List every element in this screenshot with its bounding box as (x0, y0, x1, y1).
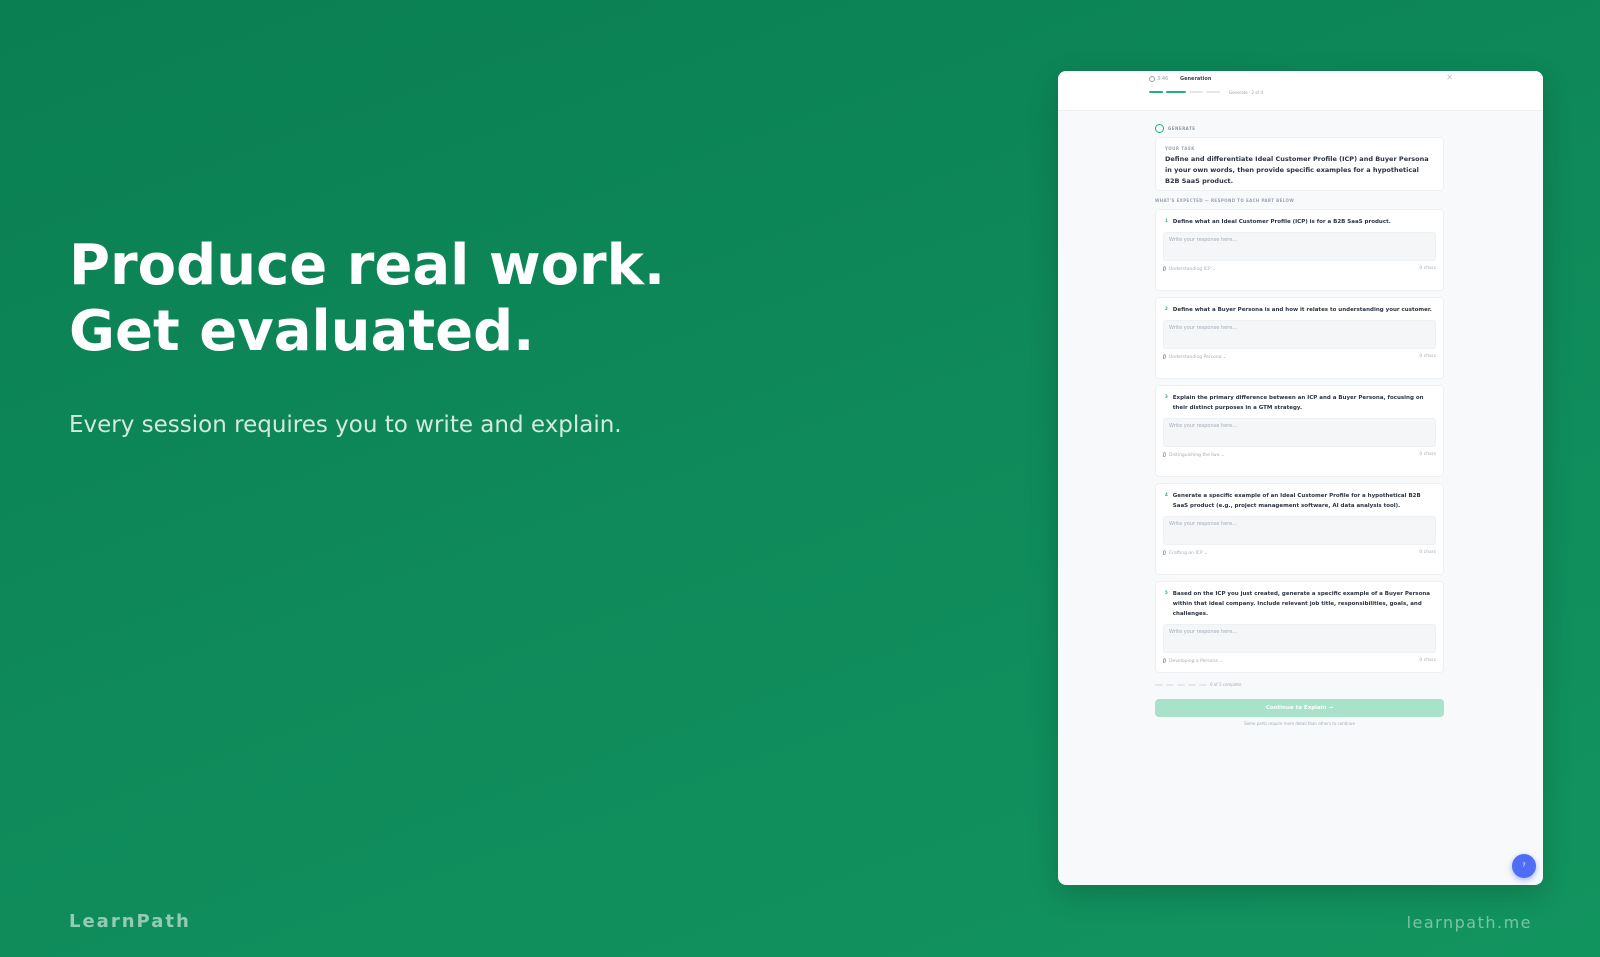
expected-label: WHAT'S EXPECTED — RESPOND TO EACH PART B… (1155, 198, 1295, 203)
status-segment (1188, 683, 1196, 686)
part-tag[interactable]: Distinguishing the two ⌄ (1163, 452, 1225, 458)
part-card: 5 Based on the ICP you just created, gen… (1155, 581, 1444, 673)
part-tag[interactable]: Understanding Persona ⌄ (1163, 354, 1227, 360)
part-tag-label: Distinguishing the two (1169, 453, 1220, 458)
progress-segment (1206, 91, 1220, 93)
part-tag-label: Understanding ICP (1169, 267, 1211, 272)
response-input[interactable]: Write your response here... (1163, 418, 1436, 447)
hero-title: Produce real work. Get evaluated. (69, 233, 665, 365)
help-button[interactable]: ? (1512, 854, 1536, 878)
part-card: 3 Explain the primary difference between… (1155, 385, 1444, 477)
screen-title: Generation (1180, 76, 1212, 82)
timer-value: 3:46 (1157, 76, 1169, 82)
pin-icon (1163, 266, 1166, 271)
task-text: Define and differentiate Ideal Customer … (1165, 155, 1429, 185)
pin-icon (1163, 452, 1166, 457)
progress-label: Generate · 2 of 4 (1229, 90, 1263, 95)
section-label: GENERATE (1168, 126, 1196, 131)
task-box: YOUR TASK Define and differentiate Ideal… (1155, 137, 1444, 191)
brand-logo: LearnPath (69, 911, 191, 932)
char-count: 0 chars (1419, 354, 1436, 359)
hero-title-line2: Get evaluated. (69, 299, 535, 364)
part-card: 1 Define what an Ideal Customer Profile … (1155, 209, 1444, 291)
part-tag-label: Developing a Persona (1169, 659, 1218, 664)
hint-text: Some parts require more detail than othe… (1244, 721, 1355, 726)
part-prompt: Define what a Buyer Persona is and how i… (1172, 307, 1432, 313)
part-number: 4 (1165, 492, 1168, 497)
pin-icon (1163, 354, 1166, 359)
char-count: 0 chars (1419, 452, 1436, 457)
pin-icon (1163, 550, 1166, 555)
timer: 3:46 (1149, 76, 1168, 82)
part-tag-label: Crafting an ICP (1169, 551, 1203, 556)
part-card: 4 Generate a specific example of an Idea… (1155, 483, 1444, 575)
status-segment (1199, 683, 1207, 686)
status-text: 0 of 5 complete (1210, 682, 1242, 687)
part-tag[interactable]: Understanding ICP ⌄ (1163, 266, 1216, 272)
part-card: 2 Define what a Buyer Persona is and how… (1155, 297, 1444, 379)
generate-icon (1155, 124, 1164, 133)
status-segment (1166, 683, 1174, 686)
status-segment (1155, 683, 1163, 686)
part-number: 2 (1165, 306, 1168, 311)
site-url: learnpath.me (1406, 913, 1532, 932)
progress-segment (1166, 91, 1186, 93)
hero-title-line1: Produce real work. (69, 233, 666, 298)
status-segment (1177, 683, 1185, 686)
hero-subtitle: Every session requires you to write and … (69, 412, 622, 438)
part-tag[interactable]: Developing a Persona ⌄ (1163, 658, 1223, 664)
top-bar: 3:46 Generation ✕ Generate · 2 of 4 (1058, 71, 1543, 111)
progress-segment (1189, 91, 1203, 93)
response-input[interactable]: Write your response here... (1163, 516, 1436, 545)
close-icon[interactable]: ✕ (1446, 73, 1453, 82)
char-count: 0 chars (1419, 658, 1436, 663)
completion-status: 0 of 5 complete (1155, 682, 1241, 687)
part-prompt: Generate a specific example of an Ideal … (1172, 493, 1421, 509)
part-tag-label: Understanding Persona (1169, 355, 1222, 360)
part-number: 3 (1165, 394, 1168, 399)
part-prompt: Based on the ICP you just created, gener… (1172, 591, 1430, 617)
part-prompt: Define what an Ideal Customer Profile (I… (1172, 219, 1391, 225)
app-screenshot: 3:46 Generation ✕ Generate · 2 of 4 GENE… (1058, 71, 1543, 885)
part-number: 5 (1165, 590, 1168, 595)
progress-segment (1149, 91, 1163, 93)
clock-icon (1149, 76, 1155, 82)
response-input[interactable]: Write your response here... (1163, 320, 1436, 349)
char-count: 0 chars (1419, 266, 1436, 271)
part-number: 1 (1165, 218, 1168, 223)
progress-bar (1149, 91, 1220, 93)
char-count: 0 chars (1419, 550, 1436, 555)
response-input[interactable]: Write your response here... (1163, 624, 1436, 653)
task-label: YOUR TASK (1165, 146, 1195, 151)
part-tag[interactable]: Crafting an ICP ⌄ (1163, 550, 1208, 556)
pin-icon (1163, 658, 1166, 663)
section-header: GENERATE (1155, 124, 1195, 133)
part-prompt: Explain the primary difference between a… (1172, 395, 1424, 411)
response-input[interactable]: Write your response here... (1163, 232, 1436, 261)
continue-button[interactable]: Continue to Explain → (1155, 699, 1444, 717)
